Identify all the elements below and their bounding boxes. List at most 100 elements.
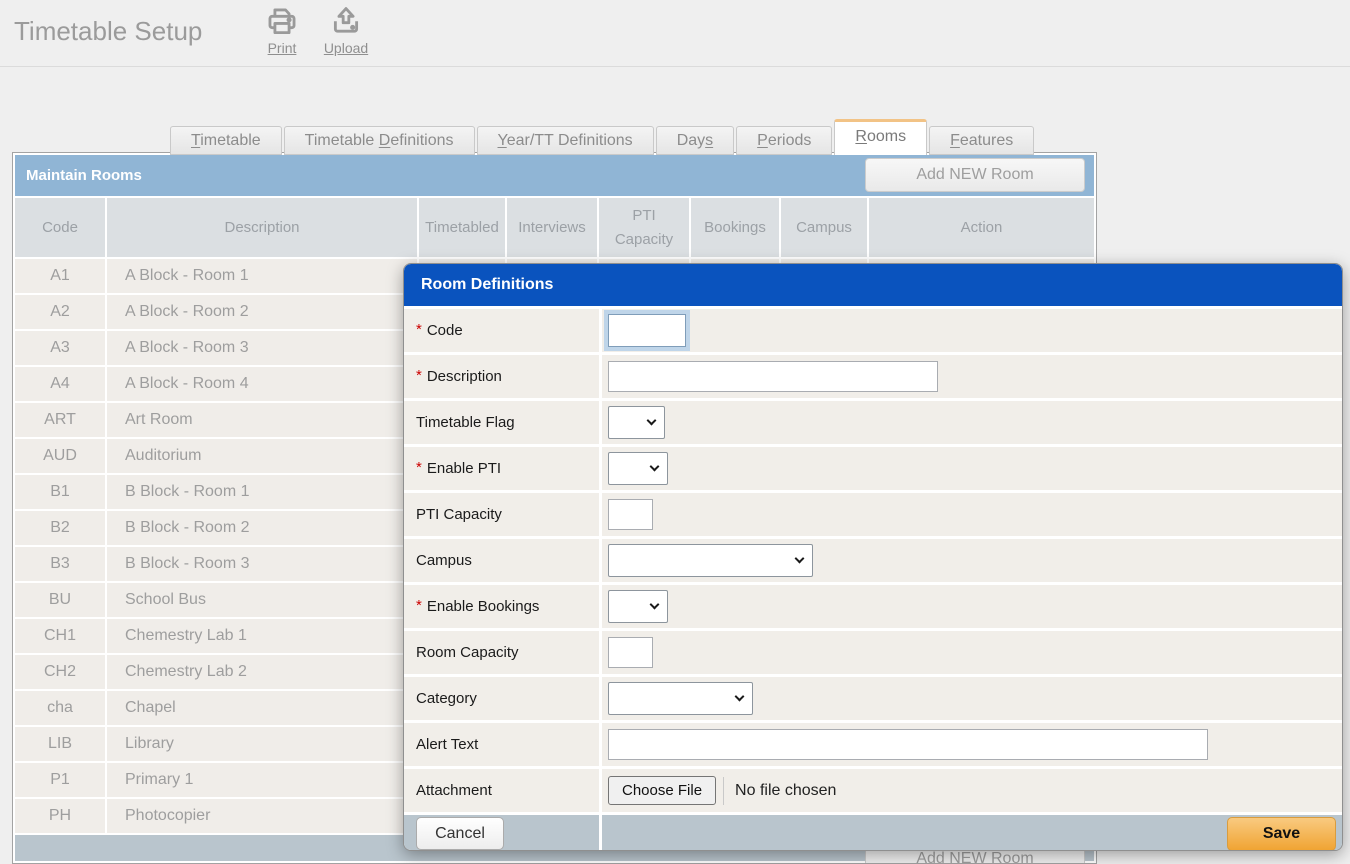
tab-bar: TimetableTimetable DefinitionsYear/TT De… xyxy=(170,119,1034,155)
room-description-cell: A Block - Room 2 xyxy=(107,295,417,329)
field-label: *Code xyxy=(404,309,599,352)
field-row-timetable-flag: Timetable Flag xyxy=(404,401,1342,444)
room-code-cell: LIB xyxy=(15,727,105,761)
save-button[interactable]: Save xyxy=(1227,817,1336,851)
tab-features[interactable]: Features xyxy=(929,126,1034,155)
required-asterisk: * xyxy=(416,367,422,384)
column-header-timetabled: Timetabled xyxy=(419,198,505,257)
enable-bookings-select[interactable] xyxy=(608,590,668,623)
field-row-pti-capacity: PTI Capacity xyxy=(404,493,1342,536)
column-header-action: Action xyxy=(869,198,1094,257)
campus-select[interactable] xyxy=(608,544,813,577)
description-input[interactable] xyxy=(608,361,938,392)
field-control-cell xyxy=(602,585,1342,628)
room-code-cell: B3 xyxy=(15,547,105,581)
timetable-flag-select[interactable] xyxy=(608,406,665,439)
room-code-cell: PH xyxy=(15,799,105,833)
field-control-cell: Choose File No file chosen xyxy=(602,769,1342,812)
page-title: Timetable Setup xyxy=(14,16,202,47)
field-row-campus: Campus xyxy=(404,539,1342,582)
room-description-cell: Auditorium xyxy=(107,439,417,473)
field-label: Category xyxy=(404,677,599,720)
field-control-cell xyxy=(602,355,1342,398)
pti-capacity-input[interactable] xyxy=(608,499,653,530)
field-label: Alert Text xyxy=(404,723,599,766)
field-row-code: *Code xyxy=(404,309,1342,352)
field-label: Room Capacity xyxy=(404,631,599,674)
column-header-description: Description xyxy=(107,198,417,257)
alert-text-input[interactable] xyxy=(608,729,1208,760)
column-header-code: Code xyxy=(15,198,105,257)
tab-timetable-definitions[interactable]: Timetable Definitions xyxy=(284,126,475,155)
column-header-interviews: Interviews xyxy=(507,198,597,257)
field-control-cell xyxy=(602,539,1342,582)
field-row-attachment: Attachment Choose File No file chosen xyxy=(404,769,1342,812)
room-description-cell: B Block - Room 1 xyxy=(107,475,417,509)
room-code-cell: ART xyxy=(15,403,105,437)
field-label: *Enable Bookings xyxy=(404,585,599,628)
tab-days[interactable]: Days xyxy=(656,126,734,155)
field-label: Campus xyxy=(404,539,599,582)
category-select[interactable] xyxy=(608,682,753,715)
print-label: Print xyxy=(268,40,297,56)
toolbar: Print Upload xyxy=(256,5,372,56)
room-code-cell: A4 xyxy=(15,367,105,401)
field-control-cell xyxy=(602,723,1342,766)
choose-file-button[interactable]: Choose File xyxy=(608,776,716,805)
room-description-cell: Photocopier xyxy=(107,799,417,833)
field-label: PTI Capacity xyxy=(404,493,599,536)
chevron-down-icon xyxy=(647,416,657,426)
field-control-cell xyxy=(602,677,1342,720)
modal-footer-left: Cancel xyxy=(404,815,599,851)
field-control-cell xyxy=(602,447,1342,490)
field-label: Timetable Flag xyxy=(404,401,599,444)
rooms-table-header: CodeDescriptionTimetabledInterviewsPTI C… xyxy=(15,198,1094,257)
room-description-cell: A Block - Room 4 xyxy=(107,367,417,401)
tab-rooms[interactable]: Rooms xyxy=(834,119,927,155)
room-capacity-input[interactable] xyxy=(608,637,653,668)
room-description-cell: Primary 1 xyxy=(107,763,417,797)
modal-title: Room Definitions xyxy=(404,264,1342,306)
required-asterisk: * xyxy=(416,459,422,476)
field-row-enable-bookings: *Enable Bookings xyxy=(404,585,1342,628)
room-code-cell: B1 xyxy=(15,475,105,509)
room-code-cell: A2 xyxy=(15,295,105,329)
room-code-cell: BU xyxy=(15,583,105,617)
add-new-room-button-top[interactable]: Add NEW Room xyxy=(865,158,1085,192)
room-code-cell: AUD xyxy=(15,439,105,473)
field-row-category: Category xyxy=(404,677,1342,720)
upload-button[interactable]: Upload xyxy=(320,5,372,56)
tab-timetable[interactable]: Timetable xyxy=(170,126,282,155)
upload-label: Upload xyxy=(324,40,368,56)
room-description-cell: Chemestry Lab 2 xyxy=(107,655,417,689)
room-code-cell: B2 xyxy=(15,511,105,545)
field-label: *Description xyxy=(404,355,599,398)
panel-titlebar: Maintain Rooms Add NEW Room xyxy=(15,155,1094,196)
enable-pti-select[interactable] xyxy=(608,452,668,485)
room-description-cell: B Block - Room 3 xyxy=(107,547,417,581)
file-status-text: No file chosen xyxy=(735,782,836,800)
room-code-cell: P1 xyxy=(15,763,105,797)
modal-footer-right: Save xyxy=(602,815,1342,851)
room-description-cell: A Block - Room 1 xyxy=(107,259,417,293)
file-separator xyxy=(723,777,724,805)
tab-year-tt-definitions[interactable]: Year/TT Definitions xyxy=(477,126,654,155)
room-code-cell: A3 xyxy=(15,331,105,365)
print-icon xyxy=(265,5,299,39)
room-code-cell: cha xyxy=(15,691,105,725)
modal-footer: Cancel Save xyxy=(404,815,1342,851)
field-row-room-capacity: Room Capacity xyxy=(404,631,1342,674)
chevron-down-icon xyxy=(795,554,805,564)
chevron-down-icon xyxy=(735,692,745,702)
column-header-bookings: Bookings xyxy=(691,198,779,257)
room-description-cell: A Block - Room 3 xyxy=(107,331,417,365)
field-label: Attachment xyxy=(404,769,599,812)
code-input[interactable] xyxy=(608,314,686,347)
chevron-down-icon xyxy=(650,600,660,610)
room-description-cell: Art Room xyxy=(107,403,417,437)
cancel-button[interactable]: Cancel xyxy=(416,817,504,850)
print-button[interactable]: Print xyxy=(256,5,308,56)
tab-periods[interactable]: Periods xyxy=(736,126,832,155)
required-asterisk: * xyxy=(416,321,422,338)
room-definitions-modal: Room Definitions *Code*DescriptionTimeta… xyxy=(403,263,1343,851)
